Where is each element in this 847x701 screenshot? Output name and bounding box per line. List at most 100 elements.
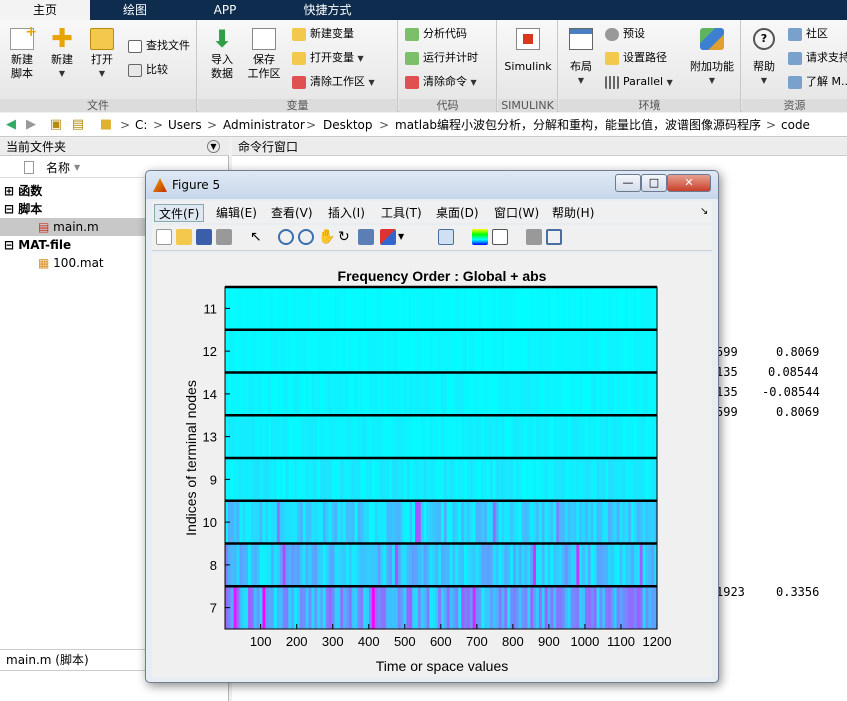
- preferences-button[interactable]: 预设: [605, 24, 645, 44]
- menu-tools[interactable]: 工具(T): [377, 204, 426, 222]
- folder-icon: [90, 28, 114, 50]
- script-file-icon: ▤: [38, 220, 50, 234]
- add-ons-button[interactable]: 附加功能 ▼: [687, 28, 737, 88]
- help-icon: ?: [753, 28, 775, 50]
- colorbar-icon[interactable]: [472, 229, 488, 245]
- file-item-100-mat[interactable]: ▦ 100.mat: [38, 254, 104, 272]
- browse-folder-icon[interactable]: ▤: [70, 117, 86, 133]
- run-and-time-button[interactable]: 运行并计时: [405, 48, 478, 68]
- rotate-3d-icon[interactable]: ↻: [338, 229, 354, 245]
- close-button[interactable]: ✕: [667, 174, 711, 192]
- expand-plus-icon[interactable]: ⊞: [4, 184, 14, 198]
- help-button[interactable]: ? 帮助 ▼: [746, 28, 782, 88]
- tab-apps[interactable]: APP: [180, 0, 270, 20]
- menu-help[interactable]: 帮助(H): [548, 204, 598, 222]
- back-arrow-icon[interactable]: ◀: [3, 117, 19, 133]
- menu-arrow-icon[interactable]: ↘: [700, 206, 708, 217]
- hide-plot-tools-icon[interactable]: [526, 229, 542, 245]
- request-support-button[interactable]: 请求支持: [788, 48, 847, 68]
- save-icon[interactable]: [196, 229, 212, 245]
- analyze-code-icon: [405, 27, 419, 41]
- tree-group-scripts[interactable]: ⊟ 脚本: [4, 200, 42, 218]
- collapse-minus-icon[interactable]: ⊟: [4, 202, 14, 216]
- save-workspace-icon: [252, 28, 276, 50]
- legend-icon[interactable]: [492, 229, 508, 245]
- x-tick-label: 600: [430, 634, 452, 649]
- name-column-header[interactable]: 名称: [46, 159, 70, 177]
- x-tick-label: 1000: [570, 634, 599, 649]
- output-value: -0.08544: [762, 385, 820, 399]
- x-tick-label: 500: [394, 634, 416, 649]
- breadcrumb-users[interactable]: Users: [168, 113, 202, 137]
- clear-commands-button[interactable]: 清除命令 ▼: [405, 72, 477, 92]
- save-workspace-button[interactable]: 保存 工作区: [244, 28, 284, 81]
- tab-shortcuts[interactable]: 快捷方式: [270, 0, 385, 20]
- parallel-button[interactable]: Parallel ▼: [605, 72, 673, 92]
- zoom-in-icon[interactable]: [278, 229, 294, 245]
- x-tick-label: 1100: [607, 634, 635, 649]
- menu-edit[interactable]: 编辑(E): [212, 204, 261, 222]
- tab-home[interactable]: 主页: [0, 0, 90, 20]
- brush-dropdown-icon[interactable]: ▼: [398, 229, 414, 245]
- show-plot-tools-icon[interactable]: [546, 229, 562, 245]
- pointer-icon[interactable]: ↖: [250, 229, 266, 245]
- breadcrumb-administrator[interactable]: Administrator: [223, 113, 305, 137]
- x-tick-label: 800: [502, 634, 524, 649]
- learn-matlab-button[interactable]: 了解 M...: [788, 72, 847, 92]
- minimize-button[interactable]: —: [615, 174, 641, 192]
- open-button[interactable]: 打开 ▼: [84, 28, 120, 81]
- tree-group-mat-files[interactable]: ⊟ MAT-file: [4, 236, 71, 254]
- link-plot-icon[interactable]: [438, 229, 454, 245]
- tree-group-functions[interactable]: ⊞ 函数: [4, 182, 42, 200]
- address-bar: ◀ ▶ ▣ ▤ ■ > C: > Users > Administrator >…: [0, 113, 847, 137]
- breadcrumb-drive[interactable]: C:: [135, 113, 147, 137]
- breadcrumb-project[interactable]: matlab编程小波包分析，分解和重构，能量比值，波谱图像源码程序: [395, 113, 765, 137]
- zoom-out-icon[interactable]: [298, 229, 314, 245]
- brush-icon[interactable]: [380, 229, 396, 245]
- run-and-time-icon: [405, 51, 419, 65]
- new-button[interactable]: ✚ 新建 ▼: [44, 26, 80, 81]
- figure-window[interactable]: Figure 5 — □ ✕ 文件(F) 编辑(E) 查看(V) 插入(I) 工…: [145, 170, 719, 683]
- breadcrumb-code[interactable]: code: [781, 113, 810, 137]
- chart-title: Frequency Order : Global + abs: [338, 268, 547, 284]
- menu-window[interactable]: 窗口(W): [490, 204, 543, 222]
- forward-arrow-icon[interactable]: ▶: [23, 117, 39, 133]
- y-tick-label: 8: [210, 558, 217, 573]
- heatmap-row: [225, 458, 658, 501]
- maximize-button[interactable]: □: [641, 174, 667, 192]
- open-variable-button[interactable]: 打开变量 ▼: [292, 48, 364, 68]
- menu-desktop[interactable]: 桌面(D): [432, 204, 483, 222]
- tab-plots[interactable]: 绘图: [90, 0, 180, 20]
- panel-menu-icon[interactable]: ▼: [207, 140, 220, 153]
- compare-button[interactable]: 比较: [128, 60, 168, 80]
- up-folder-icon[interactable]: ▣: [48, 117, 64, 133]
- figure-canvas[interactable]: Frequency Order : Global + abs Time or s…: [152, 253, 712, 677]
- menu-view[interactable]: 查看(V): [267, 204, 317, 222]
- data-cursor-icon[interactable]: [358, 229, 374, 245]
- new-script-button[interactable]: + 新建 脚本: [4, 25, 40, 81]
- community-button[interactable]: 社区: [788, 24, 828, 44]
- clear-workspace-button[interactable]: 清除工作区 ▼: [292, 72, 375, 92]
- collapse-minus-icon[interactable]: ⊟: [4, 238, 14, 252]
- find-files-icon: [128, 39, 142, 53]
- new-figure-icon[interactable]: [156, 229, 172, 245]
- sort-chevron-icon[interactable]: ▼: [74, 163, 80, 172]
- pan-hand-icon[interactable]: ✋: [318, 229, 335, 245]
- open-file-icon[interactable]: [176, 229, 192, 245]
- import-data-button[interactable]: ⬇ 导入 数据: [204, 27, 240, 81]
- layout-button[interactable]: 布局 ▼: [563, 28, 599, 88]
- analyze-code-button[interactable]: 分析代码: [405, 24, 467, 44]
- find-files-button[interactable]: 查找文件: [128, 36, 190, 56]
- heatmap-row: [225, 543, 658, 587]
- section-label-file: 文件: [0, 99, 196, 112]
- heatmap-chart: Frequency Order : Global + abs Time or s…: [183, 268, 671, 674]
- y-tick-label: 14: [203, 387, 217, 402]
- new-variable-button[interactable]: 新建变量: [292, 24, 354, 44]
- print-icon[interactable]: [216, 229, 232, 245]
- menu-insert[interactable]: 插入(I): [324, 204, 369, 222]
- y-tick-label: 10: [203, 515, 217, 530]
- breadcrumb-desktop[interactable]: Desktop: [323, 113, 373, 137]
- set-path-button[interactable]: 设置路径: [605, 48, 667, 68]
- menu-file[interactable]: 文件(F): [154, 204, 205, 222]
- simulink-button[interactable]: Simulink: [500, 28, 556, 74]
